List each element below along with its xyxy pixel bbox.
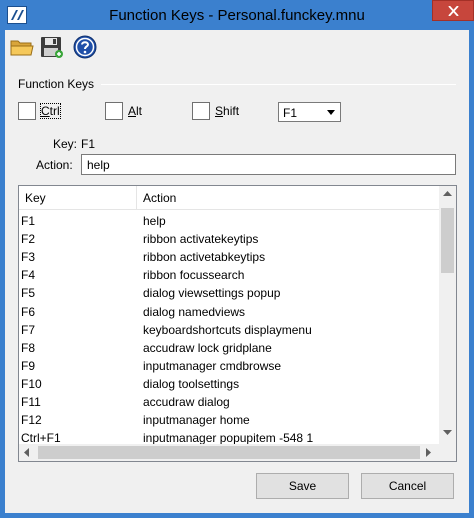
shift-checkbox-label[interactable]: Shift [215, 104, 239, 118]
save-icon [41, 37, 63, 58]
scroll-left-icon[interactable] [24, 448, 29, 457]
alt-checkbox-label[interactable]: Alt [128, 104, 142, 118]
title-bar[interactable]: Function Keys - Personal.funckey.mnu [0, 0, 474, 30]
alt-checkbox[interactable] [105, 102, 123, 120]
cell-key: F7 [21, 322, 36, 337]
table-row[interactable]: F8 accudraw lock gridplane [19, 339, 439, 357]
cell-key: F2 [21, 232, 36, 247]
table-row[interactable]: F9 inputmanager cmdbrowse [19, 357, 439, 375]
cell-key: F12 [21, 413, 42, 428]
chevron-down-icon [327, 110, 335, 115]
help-icon [73, 35, 97, 59]
action-input[interactable] [81, 154, 456, 175]
scroll-up-icon[interactable] [443, 191, 452, 196]
scroll-down-icon[interactable] [443, 430, 452, 435]
cell-key: F5 [21, 286, 36, 301]
key-action-table: Key Action F1 help F2 ribbon activatekeytip… [18, 185, 457, 462]
cell-action: keyboardshortcuts displaymenu [143, 322, 312, 337]
function-keys-group-label: Function Keys [18, 77, 95, 91]
cell-action: ribbon activatekeytips [143, 232, 259, 247]
cell-key: F11 [21, 395, 41, 409]
cell-action: dialog toolsettings [143, 376, 240, 391]
horizontal-scroll-thumb[interactable] [38, 446, 420, 459]
app-icon[interactable] [7, 6, 27, 24]
scroll-right-icon[interactable] [426, 448, 431, 457]
dialog-client-area: Function Keys Ctrl Alt Shift F1 Key: F1 … [5, 30, 469, 513]
table-row[interactable]: F4 ribbon focussearch [19, 266, 439, 284]
cell-action: inputmanager cmdbrowse [143, 358, 282, 373]
save-button[interactable]: Save [256, 473, 349, 499]
horizontal-scrollbar[interactable] [19, 444, 439, 461]
cell-action: accudraw dialog [143, 395, 230, 409]
ctrl-checkbox[interactable] [18, 102, 36, 120]
table-row[interactable]: F3 ribbon activetabkeytips [19, 248, 439, 266]
cell-key: F6 [21, 304, 36, 319]
cell-key: F10 [21, 376, 42, 391]
window-title: Function Keys - Personal.funckey.mnu [109, 7, 365, 24]
cell-action: help [143, 214, 166, 228]
cell-action: accudraw lock gridplane [143, 340, 272, 355]
cancel-button[interactable]: Cancel [361, 473, 454, 499]
column-header-key[interactable]: Key [25, 191, 46, 205]
cell-action: dialog viewsettings popup [143, 286, 281, 301]
function-key-select-value: F1 [283, 106, 298, 120]
table-row[interactable]: F7 keyboardshortcuts displaymenu [19, 321, 439, 339]
table-header: Key Action [19, 186, 439, 210]
table-row[interactable]: F5 dialog viewsettings popup [19, 284, 439, 302]
close-icon [448, 6, 459, 16]
column-header-action[interactable]: Action [143, 191, 176, 205]
close-button[interactable] [432, 0, 474, 21]
ctrl-checkbox-label[interactable]: Ctrl [40, 103, 61, 119]
help-button[interactable] [72, 34, 98, 60]
function-keys-window: Function Keys - Personal.funckey.mnu Fun… [0, 0, 474, 518]
column-divider[interactable] [136, 186, 137, 210]
save-toolbar-button[interactable] [39, 34, 65, 60]
table-row[interactable]: F11 accudraw dialog [19, 393, 439, 411]
key-value: F1 [81, 137, 96, 151]
cell-action: ribbon activetabkeytips [143, 250, 266, 265]
function-key-select[interactable]: F1 [278, 102, 341, 122]
shift-checkbox[interactable] [192, 102, 210, 120]
cell-key: F9 [21, 358, 36, 373]
table-row[interactable]: F2 ribbon activatekeytips [19, 230, 439, 248]
group-divider [101, 84, 456, 85]
open-button[interactable] [9, 34, 35, 60]
table-row[interactable]: F10 dialog toolsettings [19, 375, 439, 393]
key-label: Key: [53, 137, 78, 151]
cell-action: inputmanager home [143, 413, 250, 428]
vertical-scrollbar[interactable] [439, 186, 456, 444]
action-label: Action: [36, 158, 73, 172]
scrollbar-corner [439, 444, 456, 461]
open-folder-icon [10, 40, 34, 56]
cell-action: dialog namedviews [143, 304, 246, 319]
cell-key: F4 [21, 268, 36, 283]
table-row[interactable]: F1 help [19, 212, 439, 230]
cell-key: F1 [21, 214, 36, 228]
cell-action: ribbon focussearch [143, 268, 245, 283]
table-row[interactable]: F12 inputmanager home [19, 411, 439, 429]
table-row[interactable]: F6 dialog namedviews [19, 303, 439, 321]
cell-key: F3 [21, 250, 36, 265]
vertical-scroll-thumb[interactable] [441, 208, 454, 273]
cell-key: F8 [21, 340, 36, 355]
